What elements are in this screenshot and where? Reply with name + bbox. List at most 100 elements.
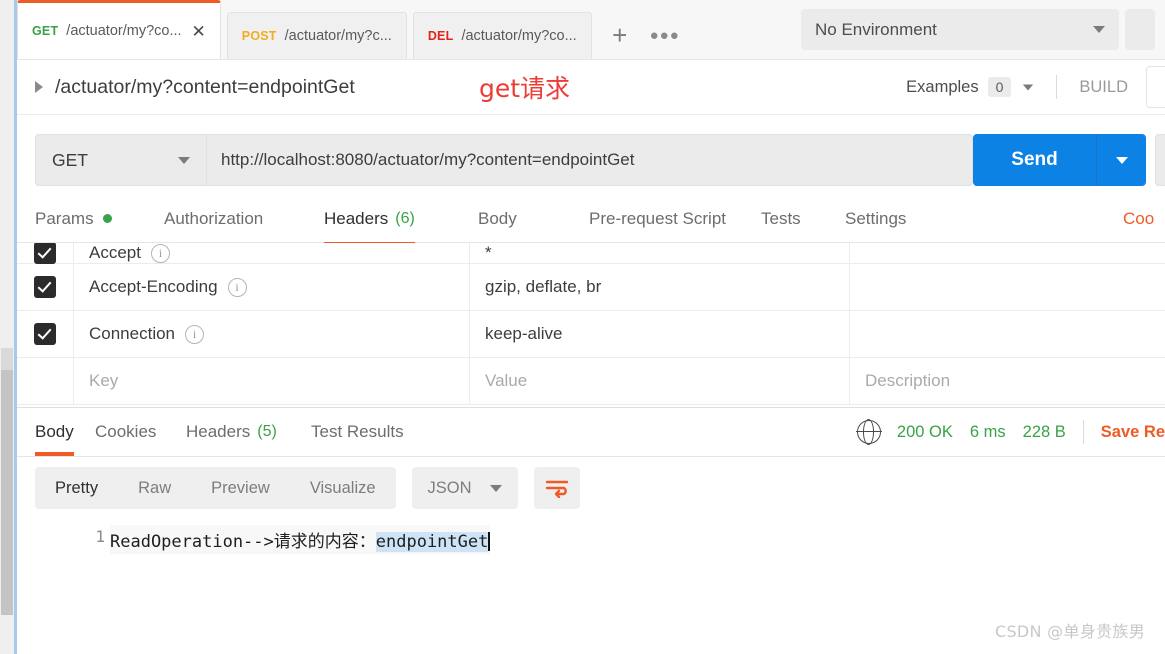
wrap-lines-button[interactable] [533,467,580,509]
chevron-right-icon[interactable] [35,81,43,93]
response-tab-body[interactable]: Body [35,408,74,456]
comments-button-clipped[interactable] [1146,66,1165,108]
close-icon[interactable]: ✕ [192,23,206,40]
tab-label: Settings [845,208,907,228]
header-value-text: keep-alive [485,324,563,343]
request-tab-get[interactable]: GET /actuator/my?co... ✕ [17,0,221,59]
environment-quicklook-button[interactable] [1125,9,1155,50]
request-panel: GET /actuator/my?co... ✕ POST /actuator/… [17,0,1165,654]
view-mode-pretty[interactable]: Pretty [35,467,118,509]
request-tab-title: /actuator/my?co... [66,23,182,39]
save-response-button[interactable]: Save Re [1101,423,1165,442]
table-row: Connection i keep-alive [17,311,1165,358]
new-tab-button[interactable]: + [598,12,642,59]
examples-count-badge: 0 [987,77,1012,97]
header-key-text: Connection [89,324,176,343]
row-enabled-cell [17,264,73,310]
row-enabled-cell [17,243,73,264]
response-section-tabs: Body Cookies Headers (5) Test Results 20… [17,407,1165,457]
tab-settings[interactable]: Settings [845,195,906,242]
tab-body[interactable]: Body [478,195,517,242]
status-badge: 200 OK [896,422,953,441]
sidebar-scrollbar-thumb[interactable] [1,370,13,615]
request-header-actions: Examples 0 BUILD [906,60,1165,114]
header-key-text: Accept [89,243,141,262]
response-headers-count-badge: (5) [257,423,277,440]
view-mode-preview[interactable]: Preview [191,467,290,509]
response-tab-headers[interactable]: Headers (5) [186,408,277,456]
environment-selector[interactable]: No Environment [801,9,1119,50]
request-header-row: /actuator/my?content=endpointGet get请求 E… [17,60,1165,115]
http-method-label: GET [52,149,88,170]
header-key-text: Accept-Encoding [89,277,218,296]
info-icon[interactable]: i [227,277,247,297]
environment-selected-label: No Environment [815,19,937,39]
response-view-mode-group: Pretty Raw Preview Visualize [35,467,396,509]
response-tab-test-results[interactable]: Test Results [311,408,404,456]
save-button[interactable]: Save [1155,134,1165,186]
header-value-cell[interactable]: keep-alive [469,311,849,357]
postman-window: GET /actuator/my?co... ✕ POST /actuator/… [0,0,1165,654]
row-enabled-cell [17,358,73,404]
active-tab-underline [35,452,74,456]
new-header-key-input[interactable]: Key [73,358,469,404]
header-key-cell[interactable]: Connection i [73,311,469,357]
response-tab-cookies[interactable]: Cookies [95,408,156,456]
tab-label: Test Results [311,422,404,441]
header-description-cell[interactable] [849,243,1165,263]
header-key-cell[interactable]: Accept i [73,243,469,263]
tab-label: Pre-request Script [589,208,726,228]
new-header-value-input[interactable]: Value [469,358,849,404]
info-icon[interactable]: i [150,243,170,263]
http-method-selector[interactable]: GET [35,134,207,186]
view-mode-visualize[interactable]: Visualize [290,467,396,509]
tab-label: Authorization [164,208,264,228]
tab-label: Cookies [95,422,157,441]
tab-label: Headers [324,208,389,228]
header-key-cell[interactable]: Accept-Encoding i [73,264,469,310]
tab-tests[interactable]: Tests [761,195,801,242]
send-button[interactable]: Send [973,134,1146,186]
header-description-cell[interactable] [849,311,1165,357]
environment-area: No Environment [801,0,1155,59]
tab-authorization[interactable]: Authorization [164,195,263,242]
network-globe-icon[interactable] [856,419,882,445]
header-value-text: gzip, deflate, br [485,277,602,296]
info-icon[interactable]: i [185,324,205,344]
open-request-tabs: GET /actuator/my?co... ✕ POST /actuator/… [17,0,688,59]
breadcrumb: /actuator/my?content=endpointGet [35,60,355,114]
row-checkbox[interactable] [34,276,56,298]
request-tab-method: DEL [427,29,454,43]
response-body-viewer[interactable]: 1 ReadOperation-->请求的内容：endpointGet [17,519,1165,654]
header-value-cell[interactable]: gzip, deflate, br [469,264,849,310]
divider [1082,420,1084,444]
url-input[interactable]: http://localhost:8080/actuator/my?conten… [207,134,973,186]
request-section-tabs: Params Authorization Headers (6) Body Pr… [17,195,1165,246]
header-description-cell[interactable] [849,264,1165,310]
build-button[interactable]: BUILD [1079,78,1128,97]
tab-options-icon[interactable]: ●●● [642,12,688,59]
row-checkbox[interactable] [34,243,56,264]
header-value-cell[interactable]: * [469,243,849,263]
row-checkbox[interactable] [34,323,56,345]
send-options-button[interactable] [1097,156,1146,164]
response-body-prefix: ReadOperation-->请求的内容： [110,532,376,552]
page-title: /actuator/my?content=endpointGet [55,75,355,98]
sidebar-scrollbar-track[interactable] [0,0,14,654]
request-tab-post[interactable]: POST /actuator/my?c... [226,12,407,59]
view-mode-raw[interactable]: Raw [118,467,191,509]
response-format-selector[interactable]: JSON [411,467,518,509]
new-header-description-input[interactable]: Description [849,358,1165,404]
request-tab-del[interactable]: DEL /actuator/my?co... [412,12,592,59]
response-body-text[interactable]: ReadOperation-->请求的内容：endpointGet [110,525,491,554]
cookies-link[interactable]: Coo [1123,195,1165,242]
tab-pre-request-script[interactable]: Pre-request Script [589,195,726,242]
chevron-down-icon [1093,26,1105,33]
request-tab-method: GET [32,24,59,38]
examples-dropdown[interactable]: Examples 0 [906,77,1034,97]
tab-label: Params [35,208,94,228]
response-body-selection: endpointGet [375,532,489,552]
header-value-text: * [485,243,492,262]
tab-headers[interactable]: Headers (6) [324,195,415,246]
tab-params[interactable]: Params [35,195,112,242]
